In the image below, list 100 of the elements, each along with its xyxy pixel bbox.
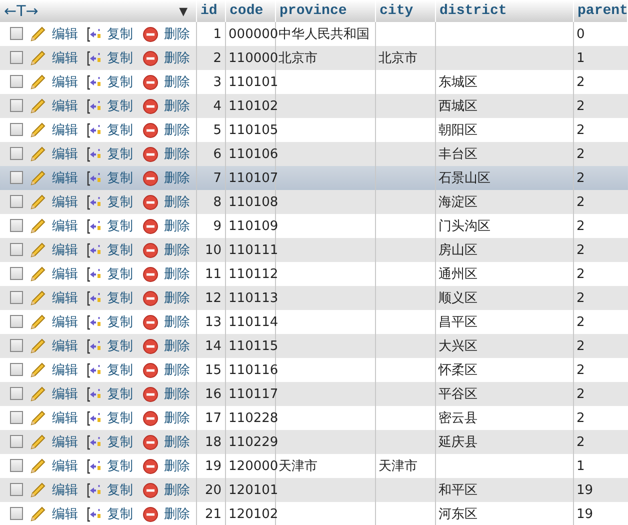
- copy-link[interactable]: 复制: [107, 267, 133, 282]
- row-checkbox[interactable]: [10, 219, 23, 232]
- row-checkbox[interactable]: [10, 51, 23, 64]
- column-header[interactable]: id: [196, 0, 226, 22]
- pencil-icon[interactable]: [30, 458, 46, 474]
- column-header[interactable]: parent: [573, 0, 628, 22]
- row-checkbox[interactable]: [10, 339, 23, 352]
- edit-link[interactable]: 编辑: [52, 123, 78, 138]
- delete-link[interactable]: 删除: [164, 507, 190, 522]
- copy-icon[interactable]: [87, 242, 101, 258]
- edit-link[interactable]: 编辑: [52, 507, 78, 522]
- row-checkbox[interactable]: [10, 99, 23, 112]
- pencil-icon[interactable]: [30, 314, 46, 330]
- delete-link[interactable]: 删除: [164, 123, 190, 138]
- pencil-icon[interactable]: [30, 362, 46, 378]
- edit-link[interactable]: 编辑: [52, 243, 78, 258]
- copy-link[interactable]: 复制: [107, 219, 133, 234]
- delete-link[interactable]: 删除: [164, 411, 190, 426]
- delete-link[interactable]: 删除: [164, 387, 190, 402]
- edit-link[interactable]: 编辑: [52, 291, 78, 306]
- delete-link[interactable]: 删除: [164, 99, 190, 114]
- delete-icon[interactable]: [143, 410, 158, 426]
- copy-link[interactable]: 复制: [107, 147, 133, 162]
- delete-link[interactable]: 删除: [164, 147, 190, 162]
- copy-icon[interactable]: [87, 386, 101, 402]
- delete-link[interactable]: 删除: [164, 315, 190, 330]
- delete-link[interactable]: 删除: [164, 483, 190, 498]
- copy-link[interactable]: 复制: [107, 339, 133, 354]
- pencil-icon[interactable]: [30, 386, 46, 402]
- pencil-icon[interactable]: [30, 50, 46, 66]
- column-header[interactable]: district: [435, 0, 574, 22]
- copy-link[interactable]: 复制: [107, 459, 133, 474]
- row-checkbox[interactable]: [10, 387, 23, 400]
- pencil-icon[interactable]: [30, 506, 46, 522]
- edit-link[interactable]: 编辑: [52, 363, 78, 378]
- sort-caret[interactable]: ▼: [179, 4, 188, 18]
- copy-icon[interactable]: [87, 506, 101, 522]
- copy-link[interactable]: 复制: [107, 507, 133, 522]
- row-checkbox[interactable]: [10, 27, 23, 40]
- copy-icon[interactable]: [87, 362, 101, 378]
- delete-icon[interactable]: [143, 434, 158, 450]
- delete-link[interactable]: 删除: [164, 75, 190, 90]
- edit-link[interactable]: 编辑: [52, 147, 78, 162]
- edit-link[interactable]: 编辑: [52, 411, 78, 426]
- delete-icon[interactable]: [143, 314, 158, 330]
- copy-link[interactable]: 复制: [107, 171, 133, 186]
- copy-icon[interactable]: [87, 434, 101, 450]
- edit-link[interactable]: 编辑: [52, 483, 78, 498]
- pencil-icon[interactable]: [30, 218, 46, 234]
- edit-link[interactable]: 编辑: [52, 387, 78, 402]
- row-checkbox[interactable]: [10, 459, 23, 472]
- copy-link[interactable]: 复制: [107, 243, 133, 258]
- delete-link[interactable]: 删除: [164, 363, 190, 378]
- edit-link[interactable]: 编辑: [52, 315, 78, 330]
- delete-link[interactable]: 删除: [164, 291, 190, 306]
- edit-link[interactable]: 编辑: [52, 339, 78, 354]
- delete-link[interactable]: 删除: [164, 51, 190, 66]
- row-checkbox[interactable]: [10, 507, 23, 520]
- copy-icon[interactable]: [87, 74, 101, 90]
- copy-link[interactable]: 复制: [107, 99, 133, 114]
- row-checkbox[interactable]: [10, 411, 23, 424]
- edit-link[interactable]: 编辑: [52, 219, 78, 234]
- row-checkbox[interactable]: [10, 267, 23, 280]
- copy-icon[interactable]: [87, 146, 101, 162]
- pencil-icon[interactable]: [30, 98, 46, 114]
- delete-link[interactable]: 删除: [164, 435, 190, 450]
- row-checkbox[interactable]: [10, 315, 23, 328]
- row-checkbox[interactable]: [10, 75, 23, 88]
- edit-link[interactable]: 编辑: [52, 51, 78, 66]
- copy-icon[interactable]: [87, 26, 101, 42]
- pencil-icon[interactable]: [30, 122, 46, 138]
- pencil-icon[interactable]: [30, 170, 46, 186]
- delete-link[interactable]: 删除: [164, 27, 190, 42]
- column-toggle-link[interactable]: ←T→: [4, 2, 38, 20]
- copy-icon[interactable]: [87, 218, 101, 234]
- row-checkbox[interactable]: [10, 147, 23, 160]
- copy-icon[interactable]: [87, 458, 101, 474]
- row-checkbox[interactable]: [10, 291, 23, 304]
- copy-icon[interactable]: [87, 170, 101, 186]
- row-checkbox[interactable]: [10, 195, 23, 208]
- delete-icon[interactable]: [143, 482, 158, 498]
- row-checkbox[interactable]: [10, 243, 23, 256]
- edit-link[interactable]: 编辑: [52, 435, 78, 450]
- copy-link[interactable]: 复制: [107, 195, 133, 210]
- copy-link[interactable]: 复制: [107, 51, 133, 66]
- copy-link[interactable]: 复制: [107, 387, 133, 402]
- copy-icon[interactable]: [87, 122, 101, 138]
- copy-icon[interactable]: [87, 338, 101, 354]
- delete-icon[interactable]: [143, 98, 158, 114]
- delete-icon[interactable]: [143, 242, 158, 258]
- edit-link[interactable]: 编辑: [52, 99, 78, 114]
- copy-icon[interactable]: [87, 410, 101, 426]
- column-header[interactable]: province: [275, 0, 376, 22]
- pencil-icon[interactable]: [30, 338, 46, 354]
- row-checkbox[interactable]: [10, 363, 23, 376]
- delete-link[interactable]: 删除: [164, 267, 190, 282]
- delete-link[interactable]: 删除: [164, 339, 190, 354]
- edit-link[interactable]: 编辑: [52, 171, 78, 186]
- edit-link[interactable]: 编辑: [52, 75, 78, 90]
- delete-icon[interactable]: [143, 458, 158, 474]
